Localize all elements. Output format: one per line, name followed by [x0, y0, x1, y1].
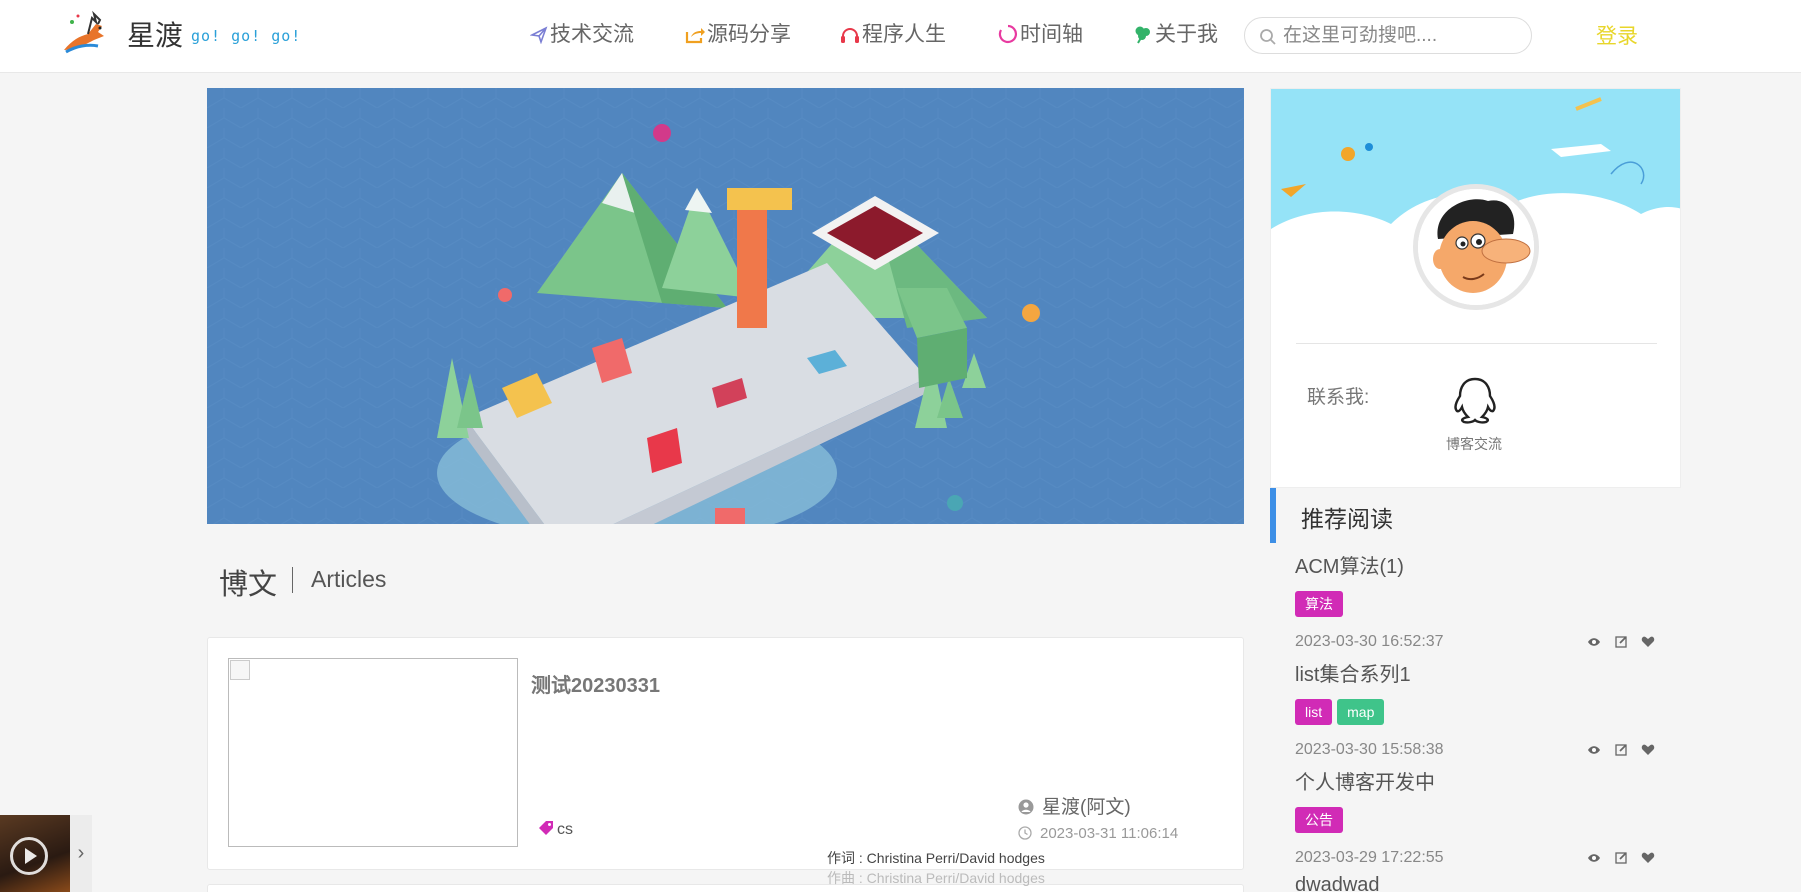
recommended-item[interactable]: list集合系列1 list map 2023-03-30 15:58:38 [1295, 658, 1657, 761]
tag-badge[interactable]: map [1337, 699, 1385, 725]
nav-item-timeline[interactable]: 时间轴 [998, 20, 1083, 50]
recommended-item-date: 2023-03-29 17:22:55 [1295, 849, 1444, 866]
recommended-item[interactable]: 个人博客开发中 公告 2023-03-29 17:22:55 [1295, 766, 1657, 869]
lyric-line-composer: 作曲 : Christina Perri/David hodges [827, 870, 1045, 886]
tag-badge[interactable]: list [1295, 699, 1333, 725]
music-player-cover [0, 815, 70, 892]
article-author: 星渡(阿文) [1018, 792, 1131, 819]
article-title[interactable]: 测试20230331 [531, 669, 660, 698]
recommended-item[interactable]: dwadwad [1295, 874, 1657, 892]
search-box [1244, 17, 1532, 54]
nav-item-tech[interactable]: 技术交流 [529, 20, 634, 50]
recommended-heading: 推荐阅读 [1301, 506, 1393, 532]
recommended-item-meta: 2023-03-29 17:22:55 [1295, 849, 1657, 869]
article-card[interactable]: 测试20230331 cs 星渡(阿文) 2023-03-31 11:06:14 [207, 637, 1244, 870]
brand-name[interactable]: 星渡 [127, 14, 183, 54]
article-card-next[interactable] [207, 884, 1244, 892]
recommended-item-title[interactable]: ACM算法(1) [1295, 550, 1657, 579]
nav-item-life[interactable]: 程序人生 [840, 20, 946, 50]
login-link[interactable]: 登录 [1596, 20, 1638, 50]
article-tag-label: cs [557, 821, 573, 838]
recommended-accent-bar [1270, 488, 1276, 543]
qq-label: 博客交流 [1446, 436, 1502, 452]
edit-icon [1614, 852, 1627, 864]
search-input[interactable] [1283, 22, 1523, 49]
tag-icon [539, 821, 553, 835]
nav-label: 源码分享 [707, 23, 791, 46]
profile-card: 联系我: 博客交流 [1270, 88, 1681, 488]
article-date-value: 2023-03-31 11:06:14 [1040, 825, 1179, 842]
tag-list: 算法 [1295, 591, 1657, 617]
search-icon [1260, 29, 1276, 45]
tag-badge[interactable]: 算法 [1295, 591, 1343, 617]
edit-icon [1614, 636, 1627, 648]
edit-icon [1614, 744, 1627, 756]
article-thumbnail[interactable] [228, 658, 518, 847]
lyric-line-lyricist: 作词 : Christina Perri/David hodges [827, 850, 1045, 866]
hero-banner-image [207, 88, 1244, 524]
eye-icon [1588, 854, 1601, 862]
qq-penguin-icon[interactable] [1446, 376, 1504, 424]
recommended-item-meta: 2023-03-30 16:52:37 [1295, 633, 1657, 653]
user-icon [1018, 799, 1034, 815]
play-icon[interactable] [10, 837, 48, 875]
tag-list: 公告 [1295, 807, 1657, 833]
contact-label: 联系我: [1307, 387, 1370, 408]
spinner-icon [998, 24, 1017, 44]
leaf-icon [1135, 26, 1150, 44]
article-author-name: 星渡(阿文) [1042, 797, 1131, 818]
recommended-item-date: 2023-03-30 15:58:38 [1295, 741, 1444, 758]
recommended-item-meta: 2023-03-30 15:58:38 [1295, 741, 1657, 761]
brand-slogan: go! go! go! [191, 27, 302, 45]
heading-separator [292, 567, 293, 593]
eye-icon [1588, 638, 1601, 646]
player-expand-chevron-icon[interactable]: › [70, 815, 92, 892]
recommended-item-title[interactable]: dwadwad [1295, 874, 1657, 892]
top-header: 星渡 go! go! go! 技术交流 源码分享 程序人生 时间轴 关于我 登录 [0, 0, 1801, 73]
heart-icon [1641, 852, 1655, 863]
article-date: 2023-03-31 11:06:14 [1018, 825, 1178, 842]
nav-label: 时间轴 [1020, 23, 1083, 46]
heart-icon [1641, 744, 1655, 755]
nav-label: 技术交流 [550, 23, 634, 46]
nav-label: 关于我 [1155, 23, 1218, 46]
nav-item-source[interactable]: 源码分享 [685, 20, 791, 50]
paper-plane-icon [529, 26, 548, 45]
recommended-item-title[interactable]: list集合系列1 [1295, 658, 1657, 687]
clock-icon [1018, 826, 1032, 840]
headphones-icon [841, 28, 859, 43]
nav-item-about[interactable]: 关于我 [1133, 20, 1218, 50]
heart-icon [1641, 636, 1655, 647]
nav-label: 程序人生 [862, 23, 946, 46]
deer-logo-icon[interactable] [58, 10, 112, 56]
avatar[interactable] [1413, 184, 1539, 310]
recommended-item-title[interactable]: 个人博客开发中 [1295, 766, 1657, 795]
articles-subheading: Articles [311, 566, 387, 592]
broken-image-icon [230, 660, 250, 680]
articles-heading: 博文 [219, 569, 278, 601]
profile-divider [1296, 343, 1657, 344]
article-tag[interactable]: cs [538, 820, 573, 839]
share-icon [685, 28, 705, 44]
recommended-item-date: 2023-03-30 16:52:37 [1295, 633, 1444, 650]
recommended-panel: 推荐阅读 ACM算法(1) 算法 2023-03-30 16:52:37 lis… [1270, 488, 1681, 892]
eye-icon [1588, 746, 1601, 754]
tag-list: list map [1295, 699, 1657, 725]
recommended-item[interactable]: ACM算法(1) 算法 2023-03-30 16:52:37 [1295, 550, 1657, 653]
tag-badge[interactable]: 公告 [1295, 807, 1343, 833]
